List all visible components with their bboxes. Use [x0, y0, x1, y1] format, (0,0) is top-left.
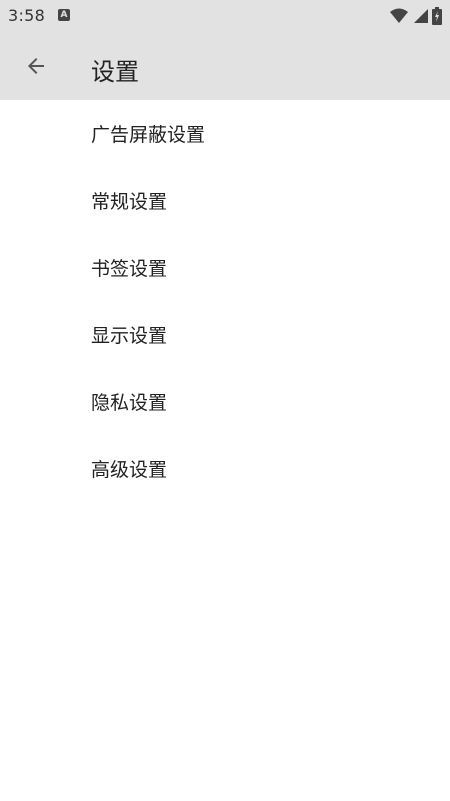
back-button[interactable]	[14, 44, 58, 88]
settings-item-label: 常规设置	[91, 191, 168, 213]
settings-list: 广告屏蔽设置 常规设置 书签设置 显示设置 隐私设置 高级设置	[0, 100, 450, 502]
settings-item-bookmarks[interactable]: 书签设置	[0, 234, 450, 301]
page-title: 设置	[91, 58, 139, 86]
settings-item-label: 高级设置	[91, 459, 168, 481]
app-bar: 设置	[0, 32, 450, 100]
status-bar: 3:58 A	[0, 0, 450, 32]
settings-item-advanced[interactable]: 高级设置	[0, 435, 450, 502]
settings-item-ad-block[interactable]: 广告屏蔽设置	[0, 100, 450, 167]
settings-item-general[interactable]: 常规设置	[0, 167, 450, 234]
wifi-icon	[390, 8, 408, 23]
notification-badge-icon: A	[58, 9, 70, 21]
status-time: 3:58	[8, 6, 46, 25]
settings-item-privacy[interactable]: 隐私设置	[0, 368, 450, 435]
settings-item-label: 隐私设置	[91, 392, 168, 414]
signal-icon	[414, 9, 428, 23]
settings-item-label: 广告屏蔽设置	[91, 124, 206, 146]
battery-charging-icon	[432, 7, 442, 25]
status-icons	[390, 6, 442, 26]
settings-item-label: 书签设置	[91, 258, 168, 280]
settings-item-display[interactable]: 显示设置	[0, 301, 450, 368]
settings-item-label: 显示设置	[91, 325, 168, 347]
arrow-back-icon	[28, 58, 44, 74]
